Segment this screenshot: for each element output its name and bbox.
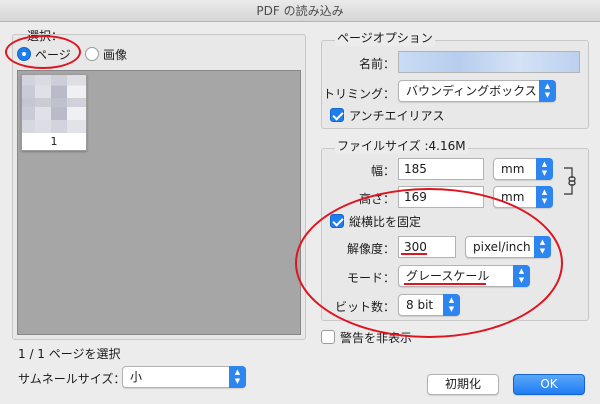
ok-button[interactable]: OK	[513, 374, 585, 395]
trim-label: トリミング：	[322, 87, 395, 101]
popup-chevron-icon: ▲ ▼	[539, 80, 556, 102]
annotation-underline-resolution	[401, 253, 427, 255]
popup-chevron-icon: ▲ ▼	[536, 186, 553, 208]
popup-chevron-icon: ▲ ▼	[443, 294, 460, 316]
antialias-label[interactable]: アンチエイリアス	[349, 107, 445, 124]
suppress-warnings-checkbox[interactable]	[321, 330, 335, 344]
constrain-proportions-label[interactable]: 縦横比を固定	[349, 213, 421, 230]
page-radio[interactable]	[17, 47, 31, 61]
thumbnail-size-label: サムネールサイズ：	[18, 372, 126, 386]
width-input[interactable]: 185	[398, 158, 484, 180]
bit-depth-popup[interactable]: 8 bit ▲ ▼	[398, 294, 460, 316]
height-label: 高さ：	[358, 192, 395, 206]
height-unit-popup[interactable]: mm ▲ ▼	[493, 186, 553, 208]
page-thumbnail[interactable]: 1	[21, 74, 87, 151]
height-input[interactable]: 169	[398, 186, 484, 208]
thumbnail-image	[22, 75, 86, 133]
window-title: PDF の読み込み	[0, 0, 600, 22]
resolution-label: 解像度：	[346, 242, 395, 256]
popup-chevron-icon: ▲ ▼	[513, 265, 530, 287]
mode-label: モード：	[346, 271, 395, 285]
page-options-label: ページオプション	[335, 29, 435, 46]
page-radio-label[interactable]: ページ	[35, 46, 71, 63]
bit-depth-value: 8 bit	[406, 298, 434, 312]
image-size-label: ファイルサイズ :4.16M	[335, 137, 468, 154]
width-label: 幅：	[370, 164, 395, 178]
resolution-unit-value: pixel/inch	[473, 240, 531, 254]
thumbnail-size-popup[interactable]: 小 ▲ ▼	[122, 366, 246, 388]
annotation-underline-mode	[404, 283, 486, 285]
antialias-checkbox[interactable]	[330, 108, 344, 122]
name-label: 名前：	[358, 57, 395, 71]
trim-value: バウンディングボックス	[406, 84, 537, 98]
suppress-warnings-label[interactable]: 警告を非表示	[340, 329, 412, 346]
name-field[interactable]	[398, 51, 580, 73]
image-radio[interactable]	[85, 47, 99, 61]
width-unit-popup[interactable]: mm ▲ ▼	[493, 158, 553, 180]
image-radio-label[interactable]: 画像	[103, 46, 127, 63]
thumbnail-page-number: 1	[50, 135, 58, 148]
reset-button[interactable]: 初期化	[427, 374, 499, 395]
resolution-unit-popup[interactable]: pixel/inch ▲ ▼	[465, 236, 551, 258]
constrain-proportions-checkbox[interactable]	[330, 214, 344, 228]
page-selection-status: 1 / 1 ページを選択	[18, 347, 121, 361]
chain-link-icon[interactable]	[562, 167, 578, 195]
thumbnail-size-value: 小	[130, 370, 143, 384]
popup-chevron-icon: ▲ ▼	[534, 236, 551, 258]
width-unit-value: mm	[501, 162, 525, 176]
bit-depth-label: ビット数：	[334, 300, 395, 314]
page-preview-area[interactable]: 1	[17, 70, 301, 335]
popup-chevron-icon: ▲ ▼	[229, 366, 246, 388]
height-unit-value: mm	[501, 190, 525, 204]
popup-chevron-icon: ▲ ▼	[536, 158, 553, 180]
trim-popup[interactable]: バウンディングボックス ▲ ▼	[398, 80, 556, 102]
mode-value: グレースケール	[406, 269, 490, 283]
